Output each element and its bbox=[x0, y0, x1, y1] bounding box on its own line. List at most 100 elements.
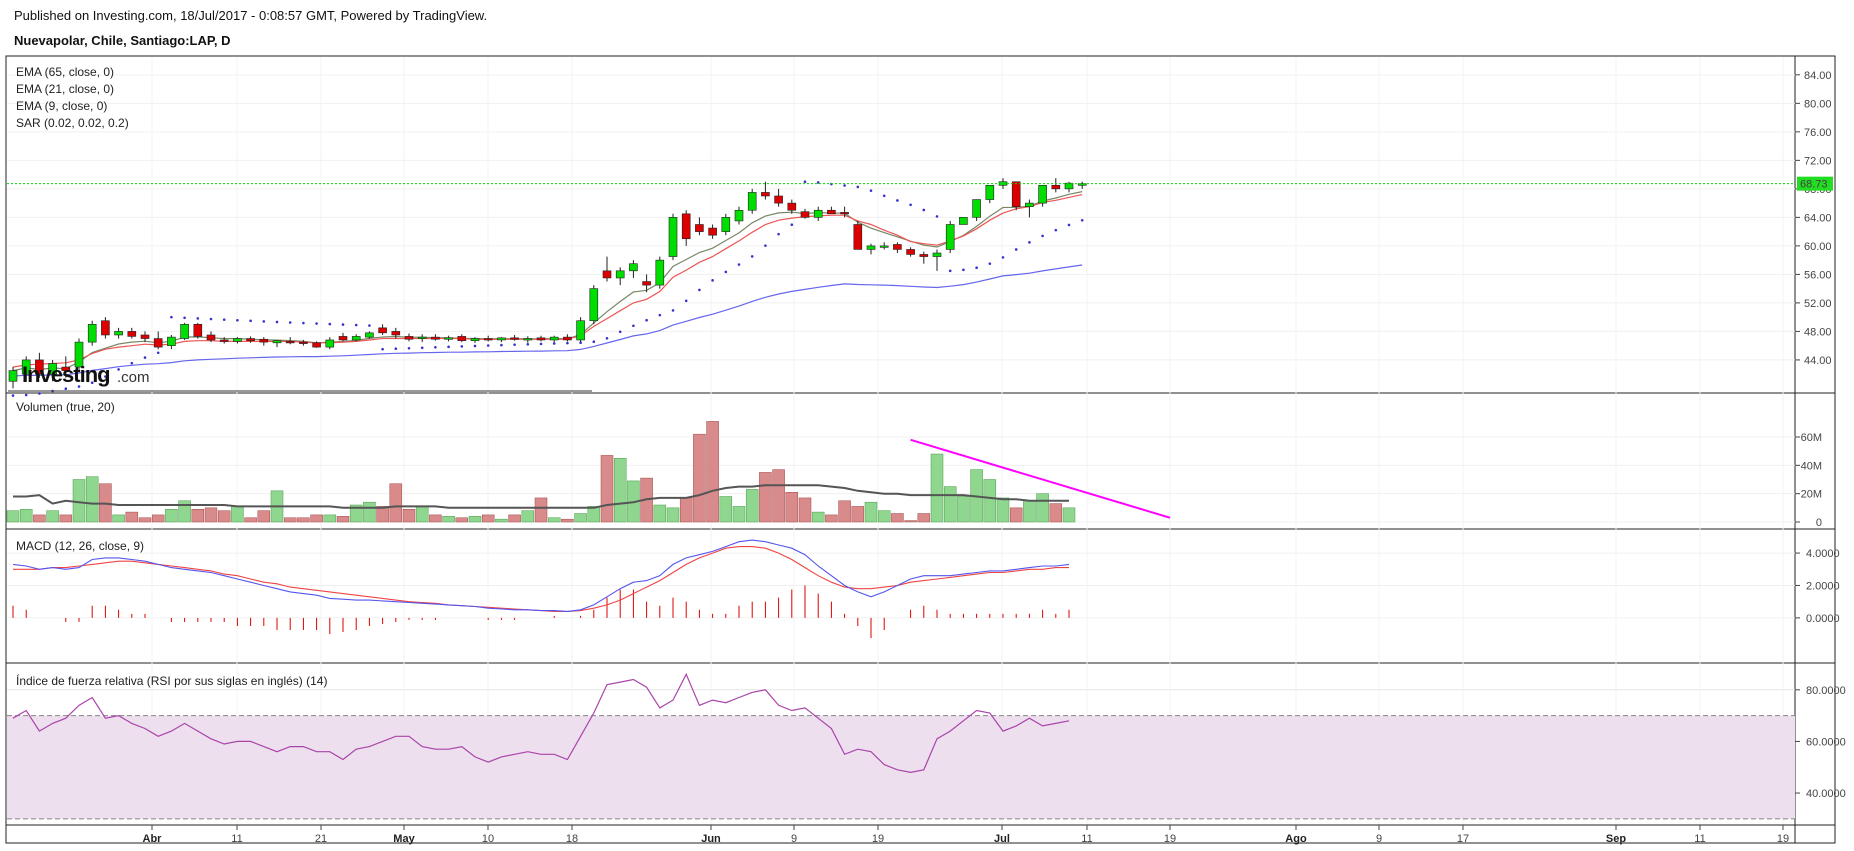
volume-bar bbox=[151, 514, 165, 523]
sar-dot bbox=[882, 194, 886, 198]
candle-up bbox=[576, 320, 585, 341]
macd-pane[interactable] bbox=[12, 539, 1070, 639]
candle-up bbox=[879, 245, 889, 248]
price-pane[interactable] bbox=[7, 178, 1795, 397]
volume-bar bbox=[217, 510, 231, 523]
sar-dot bbox=[592, 340, 596, 343]
volume-title: Volumen (true, 20) bbox=[16, 400, 115, 414]
macd-tick-label: 2.0000 bbox=[1806, 580, 1840, 592]
volume-bar bbox=[666, 507, 680, 523]
volume-bar bbox=[957, 496, 970, 523]
sar-dot bbox=[975, 266, 978, 270]
sar-dot bbox=[645, 318, 648, 322]
candle-down bbox=[206, 334, 216, 341]
sar-dot bbox=[315, 322, 318, 325]
volume-bar bbox=[693, 433, 706, 523]
volume-bar bbox=[508, 514, 521, 523]
volume-bar bbox=[429, 514, 442, 523]
volume-bar bbox=[904, 520, 917, 523]
time-tick-label: 9 bbox=[791, 833, 797, 845]
price-tick-label: 80.00 bbox=[1804, 98, 1832, 110]
volume-tick-label: 40M bbox=[1801, 460, 1822, 472]
candle-up bbox=[1038, 184, 1047, 204]
sar-dot bbox=[302, 321, 305, 325]
sar-dot bbox=[420, 346, 424, 350]
rsi-title: Índice de fuerza relativa (RSI por sus s… bbox=[16, 673, 327, 688]
candle-down bbox=[695, 224, 704, 232]
volume-bar bbox=[323, 514, 337, 523]
volume-bar bbox=[19, 509, 33, 523]
sar-dot bbox=[605, 336, 609, 340]
candle-down bbox=[246, 338, 255, 341]
candle-up bbox=[523, 338, 533, 341]
candle-up bbox=[180, 323, 189, 339]
candle-down bbox=[563, 336, 572, 341]
sar-dot bbox=[737, 263, 741, 266]
candle-up bbox=[866, 245, 876, 250]
volume-bar bbox=[125, 511, 139, 523]
candle-down bbox=[510, 337, 519, 340]
legend-ema9: EMA (9, close, 0) bbox=[16, 99, 107, 113]
price-tick-label: 72.00 bbox=[1804, 155, 1832, 167]
macd-tick-label: 4.0000 bbox=[1806, 548, 1840, 560]
price-tick-label: 44.00 bbox=[1804, 355, 1832, 367]
volume-bar bbox=[481, 514, 495, 523]
time-tick-label: 10 bbox=[482, 833, 494, 845]
volume-bar bbox=[653, 504, 667, 523]
sar-dot bbox=[526, 342, 530, 346]
candle-down bbox=[642, 281, 651, 286]
sar-dot bbox=[856, 185, 860, 189]
volume-bar bbox=[46, 510, 59, 523]
sar-dot bbox=[381, 347, 384, 351]
volume-bar bbox=[574, 513, 587, 523]
candle-down bbox=[800, 211, 810, 218]
candle-up bbox=[365, 332, 374, 338]
sar-dot bbox=[11, 394, 15, 397]
chart-canvas[interactable]: 84.0080.0076.0072.0068.0064.0060.0056.00… bbox=[0, 0, 1854, 851]
legend-ema21: EMA (21, close, 0) bbox=[16, 82, 114, 96]
candle-down bbox=[681, 213, 691, 240]
sar-dot bbox=[473, 344, 477, 348]
volume-bar bbox=[798, 497, 812, 523]
sar-dot bbox=[222, 318, 226, 321]
volume-bar bbox=[745, 489, 759, 523]
candle-up bbox=[497, 337, 506, 341]
volume-bar bbox=[415, 506, 429, 523]
sar-dot bbox=[143, 356, 147, 359]
candle-up bbox=[272, 340, 282, 344]
candle-up bbox=[444, 337, 453, 340]
candle-down bbox=[761, 192, 770, 197]
sar-dot bbox=[341, 323, 345, 326]
sar-dot bbox=[1041, 234, 1044, 238]
volume-bar bbox=[231, 506, 244, 523]
volume-bar bbox=[138, 517, 152, 523]
legend-sar: SAR (0.02, 0.02, 0.2) bbox=[16, 116, 129, 130]
candle-down bbox=[338, 336, 348, 341]
volume-bar bbox=[442, 516, 455, 523]
candle-up bbox=[972, 199, 981, 218]
candle-down bbox=[483, 338, 493, 341]
candle-down bbox=[840, 212, 849, 215]
candle-down bbox=[127, 331, 137, 337]
price-tick-label: 52.00 bbox=[1804, 298, 1832, 310]
candle-down bbox=[1011, 181, 1021, 207]
volume-bar bbox=[679, 497, 693, 523]
sar-dot bbox=[803, 180, 807, 184]
sar-dot bbox=[618, 330, 622, 334]
sar-dot bbox=[275, 320, 279, 324]
sar-dot bbox=[1028, 241, 1031, 244]
time-tick-label: 17 bbox=[1457, 833, 1469, 845]
candle-up bbox=[8, 370, 18, 382]
sar-dot bbox=[64, 387, 68, 391]
price-tick-label: 48.00 bbox=[1804, 326, 1832, 338]
sar-dot bbox=[684, 299, 688, 303]
volume-bar bbox=[455, 517, 469, 523]
sar-dot bbox=[632, 324, 635, 328]
last-price-label: 68.73 bbox=[1800, 179, 1828, 191]
volume-bar bbox=[389, 483, 403, 523]
volume-tick-label: 60M bbox=[1801, 432, 1822, 444]
price-tick-label: 76.00 bbox=[1804, 127, 1832, 139]
svg-text:.com: .com bbox=[117, 369, 150, 386]
rsi-tick-label: 60.0000 bbox=[1806, 736, 1846, 748]
candle-up bbox=[813, 209, 823, 218]
